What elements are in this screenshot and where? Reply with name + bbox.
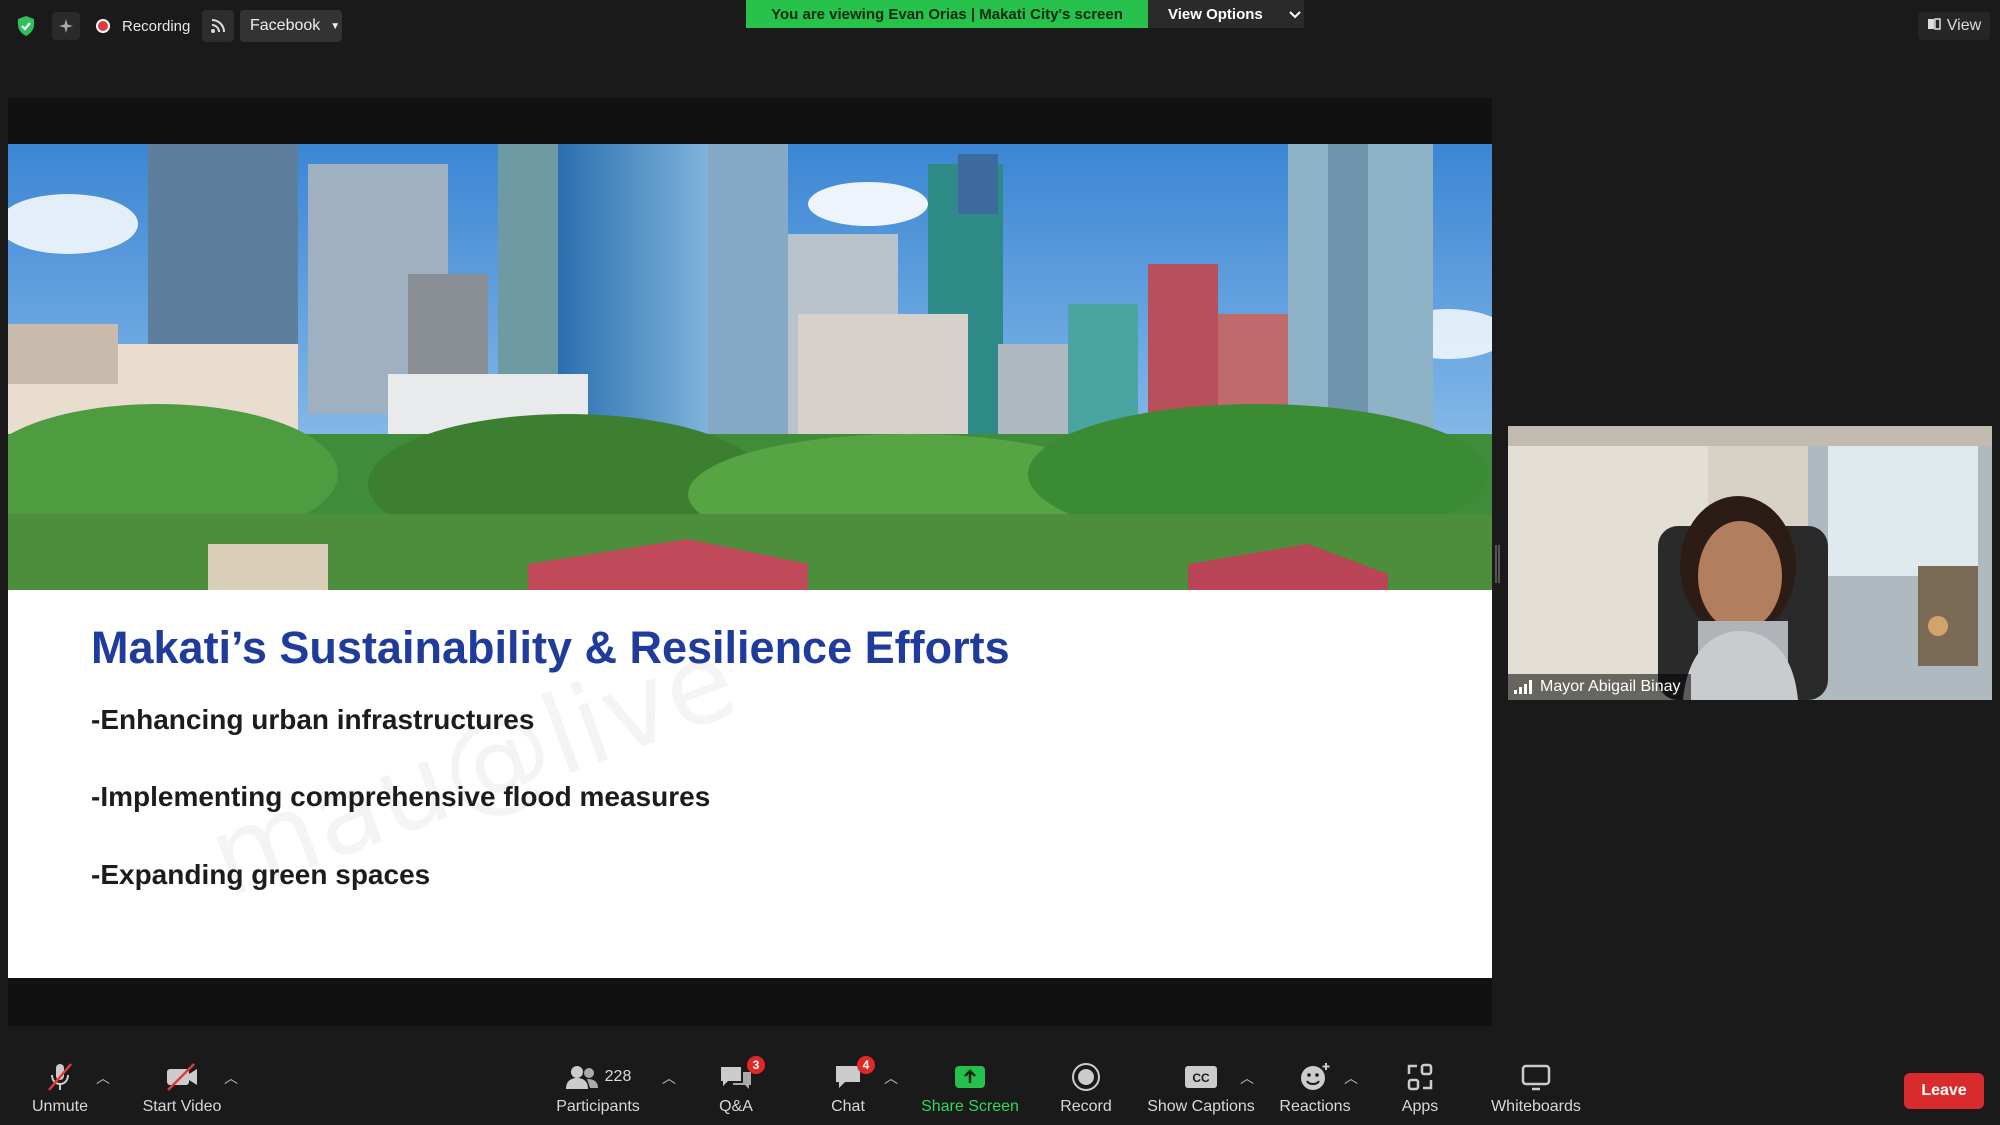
reactions-button[interactable]: Reactions	[1278, 1060, 1352, 1122]
viewing-banner: You are viewing Evan Orias | Makati City…	[746, 0, 1148, 28]
view-options-label: View Options	[1168, 5, 1263, 23]
view-button[interactable]: View	[1918, 12, 1990, 40]
audio-options-caret-icon[interactable]: ︿	[96, 1068, 110, 1088]
share-screen-icon	[954, 1060, 986, 1094]
meeting-toolbar: Unmute ︿ Start Video ︿ 228 Participants …	[0, 1052, 2000, 1125]
chat-label: Chat	[831, 1098, 865, 1115]
participants-icon-group: 228	[565, 1060, 632, 1094]
whiteboard-icon	[1520, 1060, 1552, 1094]
slide-title: Makati’s Sustainability & Resilience Eff…	[91, 622, 1010, 673]
signal-strength-icon	[1514, 680, 1532, 694]
slide-bullet: -Implementing comprehensive flood measur…	[91, 781, 711, 812]
stream-target-label: Facebook	[250, 17, 321, 34]
participants-count: 228	[604, 1068, 632, 1085]
unmute-label: Unmute	[31, 1098, 89, 1115]
presentation-slide: mau@live Makati’s Sustainability & Resil…	[8, 144, 1492, 978]
security-shield-icon[interactable]	[12, 12, 40, 40]
qa-badge: 3	[747, 1056, 765, 1074]
chat-button[interactable]: 4 Chat	[818, 1056, 878, 1122]
chat-badge: 4	[857, 1056, 875, 1074]
participants-button[interactable]: 228 Participants	[552, 1060, 644, 1122]
leave-button[interactable]: Leave	[1904, 1073, 1984, 1109]
panel-resize-handle[interactable]	[1495, 545, 1500, 583]
shared-screen[interactable]: mau@live Makati’s Sustainability & Resil…	[8, 98, 1492, 1026]
video-camera-off-icon	[164, 1060, 200, 1094]
qa-icon: 3	[719, 1056, 765, 1094]
start-video-button[interactable]: Start Video	[138, 1060, 226, 1122]
participant-video-tile[interactable]: Mayor Abigail Binay	[1508, 426, 1992, 700]
reactions-options-caret-icon[interactable]: ︿	[1344, 1068, 1358, 1088]
caret-down-icon: ▼	[330, 20, 341, 32]
whiteboards-button[interactable]: Whiteboards	[1486, 1060, 1586, 1122]
participants-label: Participants	[556, 1098, 640, 1115]
show-captions-label: Show Captions	[1147, 1098, 1255, 1115]
sparkle-icon[interactable]	[52, 12, 80, 40]
participant-name-bar: Mayor Abigail Binay	[1508, 674, 1691, 700]
reactions-smiley-icon	[1299, 1060, 1331, 1094]
city-skyline-image	[8, 144, 1492, 590]
participant-video-feed	[1508, 426, 1992, 700]
svg-text:CC: CC	[1192, 1071, 1210, 1085]
recording-dot-icon	[96, 19, 110, 33]
chevron-down-icon	[1289, 6, 1301, 23]
record-button[interactable]: Record	[1056, 1060, 1116, 1122]
live-stream-icon[interactable]	[202, 10, 234, 42]
microphone-muted-icon	[45, 1060, 75, 1094]
chat-options-caret-icon[interactable]: ︿	[884, 1068, 898, 1088]
recording-label: Recording	[122, 17, 191, 35]
recording-indicator[interactable]: Recording	[96, 14, 190, 38]
participants-icon	[565, 1066, 598, 1089]
share-screen-label: Share Screen	[921, 1098, 1019, 1115]
captions-options-caret-icon[interactable]: ︿	[1240, 1068, 1254, 1088]
reactions-label: Reactions	[1279, 1098, 1351, 1115]
whiteboards-label: Whiteboards	[1491, 1098, 1581, 1115]
view-label: View	[1946, 17, 1982, 34]
participants-options-caret-icon[interactable]: ︿	[662, 1068, 676, 1088]
participant-name: Mayor Abigail Binay	[1540, 678, 1681, 695]
slide-bullet: -Enhancing urban infrastructures	[91, 704, 535, 735]
apps-label: Apps	[1401, 1098, 1439, 1115]
video-options-caret-icon[interactable]: ︿	[224, 1068, 238, 1088]
qa-button[interactable]: 3 Q&A	[706, 1056, 766, 1122]
unmute-button[interactable]: Unmute	[28, 1060, 92, 1122]
qa-label: Q&A	[719, 1098, 753, 1115]
slide-bullet: -Expanding green spaces	[91, 859, 431, 890]
view-layout-icon	[1927, 17, 1941, 36]
record-icon	[1071, 1060, 1101, 1094]
record-label: Record	[1060, 1098, 1112, 1115]
apps-button[interactable]: Apps	[1390, 1060, 1450, 1122]
apps-icon	[1405, 1060, 1435, 1094]
share-screen-button[interactable]: Share Screen	[920, 1060, 1020, 1122]
start-video-label: Start Video	[142, 1098, 222, 1115]
stream-target-dropdown[interactable]: Facebook ▼	[240, 10, 342, 42]
view-options-button[interactable]: View Options	[1148, 0, 1304, 28]
closed-captions-icon: CC	[1184, 1060, 1218, 1094]
chat-icon: 4	[833, 1056, 875, 1094]
top-bar: Recording Facebook ▼ You are viewing Eva…	[0, 0, 2000, 52]
